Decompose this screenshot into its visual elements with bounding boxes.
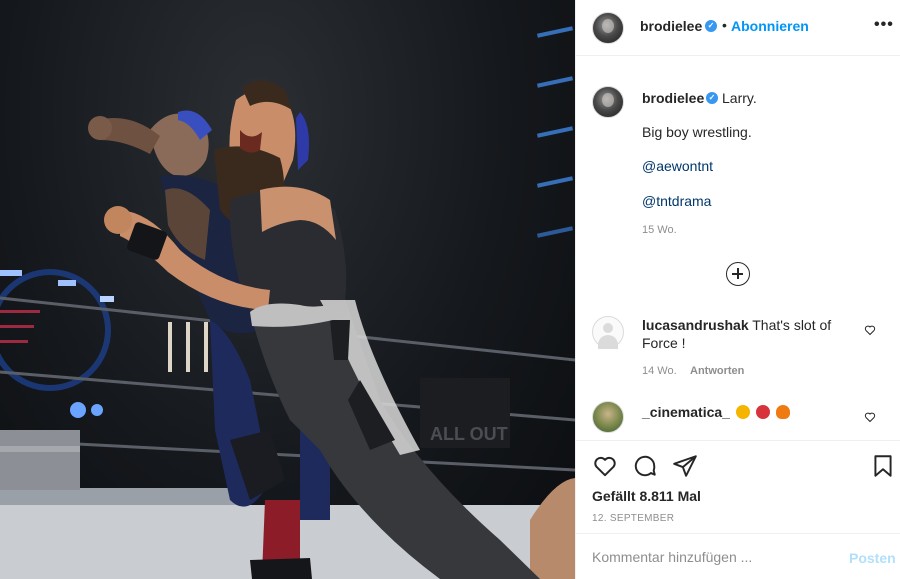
separator-dot: • bbox=[722, 17, 727, 33]
punch-emoji-icon bbox=[735, 405, 750, 419]
more-options-icon[interactable]: ••• bbox=[874, 16, 894, 34]
heart-icon[interactable] bbox=[864, 324, 876, 336]
instagram-post: ALL OUT brodielee ✓ • Abonnieren ••• bro… bbox=[0, 0, 900, 579]
fire-emoji-icon bbox=[775, 405, 790, 419]
post-comment-button[interactable]: Posten bbox=[849, 550, 896, 566]
post-date: 12. SEPTEMBER bbox=[592, 513, 675, 524]
plus-circle-icon[interactable] bbox=[726, 262, 750, 286]
author-username[interactable]: brodielee bbox=[640, 18, 702, 34]
mention-link[interactable]: @tntdrama bbox=[642, 193, 711, 209]
heart-icon[interactable] bbox=[864, 411, 876, 423]
comment-body: _cinematica_ bbox=[642, 403, 852, 421]
caption-age: 15 Wo. bbox=[642, 224, 677, 236]
verified-badge-icon: ✓ bbox=[705, 20, 717, 32]
wrestling-photo-illustration: ALL OUT bbox=[0, 26, 575, 579]
comment-body: lucasandrushak That's slot of Force ! bbox=[642, 316, 852, 352]
comment-icon[interactable] bbox=[632, 453, 658, 479]
comment-age: 14 Wo. bbox=[642, 365, 677, 377]
svg-text:ALL OUT: ALL OUT bbox=[430, 424, 508, 444]
heart-icon[interactable] bbox=[592, 453, 618, 479]
comment-input[interactable] bbox=[592, 547, 832, 567]
post-header: brodielee ✓ • Abonnieren ••• bbox=[576, 0, 900, 56]
caption-avatar[interactable] bbox=[592, 86, 624, 118]
post-side-panel: brodielee ✓ • Abonnieren ••• brodielee ✓… bbox=[575, 0, 900, 579]
follow-button[interactable]: Abonnieren bbox=[731, 18, 809, 34]
post-photo[interactable]: ALL OUT bbox=[0, 0, 575, 579]
post-actions: Gefällt 8.811 Mal 12. SEPTEMBER bbox=[576, 440, 900, 533]
caption-line: Big boy wrestling. bbox=[642, 124, 752, 140]
like-count[interactable]: Gefällt 8.811 Mal bbox=[592, 488, 701, 504]
caption-username[interactable]: brodielee bbox=[642, 90, 704, 106]
add-comment-bar: Posten bbox=[576, 533, 900, 579]
author-avatar[interactable] bbox=[592, 12, 624, 44]
comment-username[interactable]: lucasandrushak bbox=[642, 317, 749, 333]
mention-link[interactable]: @aewontnt bbox=[642, 158, 713, 174]
comment-avatar[interactable] bbox=[592, 316, 624, 349]
verified-badge-icon: ✓ bbox=[706, 92, 718, 104]
devil-emoji-icon bbox=[755, 405, 770, 419]
comment-username[interactable]: _cinematica_ bbox=[642, 404, 730, 420]
paper-plane-icon[interactable] bbox=[672, 453, 698, 479]
caption-first-line: Larry. bbox=[722, 90, 757, 106]
reply-button[interactable]: Antworten bbox=[690, 365, 744, 377]
bookmark-icon[interactable] bbox=[870, 453, 896, 479]
comment-avatar[interactable] bbox=[592, 401, 624, 433]
